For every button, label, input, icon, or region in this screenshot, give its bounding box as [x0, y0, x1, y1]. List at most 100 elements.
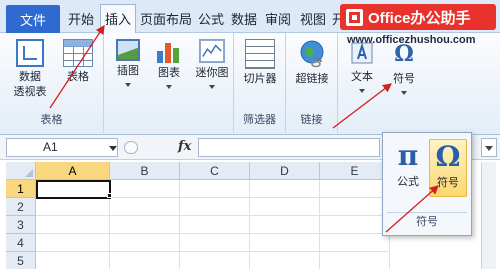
chevron-down-icon [401, 91, 407, 95]
tab-home[interactable]: 开始 [68, 9, 94, 28]
group-tables: 数据 透视表 表格 表格 [0, 33, 104, 133]
table-icon [63, 39, 93, 67]
office-logo-icon [346, 8, 363, 26]
brand-banner: Office办公助手 [340, 4, 496, 30]
column-header-c[interactable]: C [180, 162, 250, 180]
cell-e1[interactable] [320, 180, 390, 198]
formula-input[interactable] [198, 138, 380, 157]
row-header-3[interactable]: 3 [6, 216, 36, 234]
expand-formula-bar-button[interactable] [481, 138, 497, 157]
group-filter-label: 筛选器 [243, 114, 276, 126]
symbols-group-zoom: π 公式 Ω 符号 符号 [382, 132, 472, 236]
equation-label: 公式 [397, 176, 419, 188]
pivot-table-icon [16, 39, 44, 67]
cell-b1[interactable] [110, 180, 180, 198]
cell-d1[interactable] [250, 180, 320, 198]
sparkline-icon [199, 39, 225, 63]
slicer-label: 切片器 [243, 73, 277, 85]
tab-page-layout[interactable]: 页面布局 [140, 9, 192, 28]
row-header-4[interactable]: 4 [6, 234, 36, 252]
cell-d4[interactable] [250, 234, 320, 252]
chevron-down-icon[interactable] [109, 146, 117, 151]
sparklines-button[interactable]: 迷你图 [192, 39, 232, 89]
hyperlink-button[interactable]: 超链接 [290, 39, 334, 87]
select-all-button[interactable] [6, 162, 36, 180]
equation-button[interactable]: π 公式 [389, 139, 427, 197]
cell-e3[interactable] [320, 216, 390, 234]
name-box[interactable]: A1 [6, 138, 118, 157]
cell-a3[interactable] [36, 216, 110, 234]
pi-icon: π [397, 139, 419, 172]
cell-c1[interactable] [180, 180, 250, 198]
cell-d2[interactable] [250, 198, 320, 216]
cell-b3[interactable] [110, 216, 180, 234]
table-label: 表格 [67, 71, 89, 83]
cell-a5[interactable] [36, 252, 110, 269]
chevron-down-icon [209, 85, 215, 89]
symbol-label: 符号 [437, 177, 459, 189]
hyperlink-globe-icon [300, 40, 324, 68]
sparklines-label: 迷你图 [195, 67, 229, 79]
picture-icon [116, 39, 140, 61]
row-header-2[interactable]: 2 [6, 198, 36, 216]
tab-view[interactable]: 视图 [300, 9, 326, 28]
tab-formulas[interactable]: 公式 [198, 9, 224, 28]
brand-text: Office办公助手 [368, 9, 471, 27]
active-cell-a1[interactable] [36, 180, 111, 199]
tab-review[interactable]: 审阅 [265, 9, 291, 28]
chevron-down-icon [125, 83, 131, 87]
group-links: 超链接 链接 [286, 33, 338, 133]
column-header-a[interactable]: A [36, 162, 110, 180]
tab-insert[interactable]: 插入 [100, 4, 137, 34]
cell-c4[interactable] [180, 234, 250, 252]
cell-e2[interactable] [320, 198, 390, 216]
row-header-1[interactable]: 1 [6, 180, 36, 198]
vertical-scrollbar[interactable] [481, 162, 496, 269]
group-text-symbols: 文本 Ω 符号 [338, 33, 430, 133]
slicer-button[interactable]: 切片器 [240, 39, 280, 87]
chart-icon [156, 39, 182, 63]
hyperlink-label: 超链接 [295, 73, 329, 85]
cell-a4[interactable] [36, 234, 110, 252]
fill-handle[interactable] [107, 193, 112, 198]
cell-c5[interactable] [180, 252, 250, 269]
group-links-label: 链接 [300, 114, 323, 126]
tab-data[interactable]: 数据 [231, 9, 257, 28]
chevron-down-icon [166, 85, 172, 89]
symbols-button[interactable]: Ω 符号 [386, 39, 422, 95]
pivot-table-button[interactable]: 数据 透视表 [8, 39, 52, 100]
table-button[interactable]: 表格 [58, 39, 98, 85]
formula-bar-circle-icon [124, 141, 138, 154]
group-tables-label: 表格 [40, 114, 63, 126]
text-box-icon [351, 42, 373, 64]
charts-button[interactable]: 图表 [150, 39, 188, 89]
illustrations-button[interactable]: 插图 [108, 39, 148, 87]
pivot-table-label: 数据 透视表 [13, 71, 47, 98]
omega-icon: Ω [435, 140, 461, 173]
cell-b5[interactable] [110, 252, 180, 269]
charts-label: 图表 [158, 67, 180, 79]
cell-c3[interactable] [180, 216, 250, 234]
row-header-5[interactable]: 5 [6, 252, 36, 269]
insert-function-icon[interactable]: fx [178, 139, 191, 154]
cell-b2[interactable] [110, 198, 180, 216]
cell-a2[interactable] [36, 198, 110, 216]
group-illustrations: 插图 图表 迷你图 [104, 33, 234, 133]
cell-d3[interactable] [250, 216, 320, 234]
tab-file[interactable]: 文件 [6, 5, 60, 33]
column-header-b[interactable]: B [110, 162, 180, 180]
group-filter: 切片器 筛选器 [234, 33, 286, 133]
cell-e5[interactable] [320, 252, 390, 269]
text-button[interactable]: 文本 [342, 39, 382, 93]
text-label: 文本 [351, 71, 373, 83]
column-header-d[interactable]: D [250, 162, 320, 180]
symbol-button[interactable]: Ω 符号 [429, 139, 467, 197]
cell-e4[interactable] [320, 234, 390, 252]
cell-b4[interactable] [110, 234, 180, 252]
cell-d5[interactable] [250, 252, 320, 269]
column-header-e[interactable]: E [320, 162, 390, 180]
cell-c2[interactable] [180, 198, 250, 216]
symbols-label: 符号 [393, 73, 415, 85]
ribbon-insert: www.officezhushou.com 数据 透视表 表格 表格 插图 图表 [0, 33, 500, 135]
chevron-down-icon [359, 89, 365, 93]
